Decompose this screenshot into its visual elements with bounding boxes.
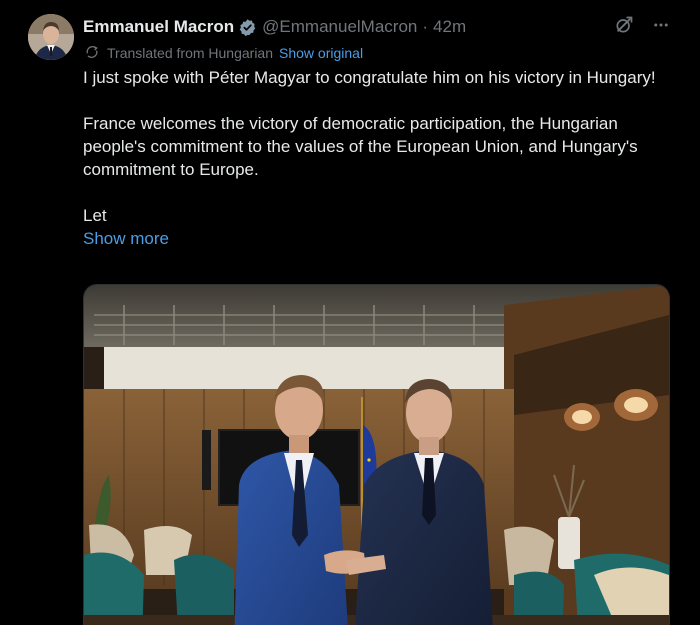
author-name[interactable]: Emmanuel Macron (83, 17, 234, 37)
tweet[interactable]: Emmanuel Macron @EmmanuelMacron · 42m Tr… (0, 0, 700, 625)
post-paragraph: Let (83, 206, 107, 225)
verified-badge-icon[interactable] (238, 18, 257, 37)
tweet-actions-top (614, 15, 670, 40)
translate-icon (84, 44, 100, 63)
avatar[interactable] (28, 14, 74, 60)
tweet-photo[interactable] (83, 284, 670, 625)
more-options-icon[interactable] (652, 16, 670, 39)
show-original-link[interactable]: Show original (279, 45, 363, 61)
grok-icon[interactable] (614, 15, 634, 40)
post-paragraph: I just spoke with Péter Magyar to congra… (83, 68, 656, 87)
translation-label: Translated from Hungarian (107, 45, 274, 61)
separator-dot: · (422, 17, 429, 36)
timestamp[interactable]: 42m (433, 17, 466, 37)
author-handle[interactable]: @EmmanuelMacron (262, 17, 417, 37)
translation-bar: Translated from Hungarian Show original (84, 43, 363, 63)
show-more-link[interactable]: Show more (83, 227, 673, 250)
tweet-text: I just spoke with Péter Magyar to congra… (83, 66, 673, 250)
post-paragraph: France welcomes the victory of democrati… (83, 114, 638, 179)
tweet-header: Emmanuel Macron @EmmanuelMacron · 42m (83, 15, 466, 39)
